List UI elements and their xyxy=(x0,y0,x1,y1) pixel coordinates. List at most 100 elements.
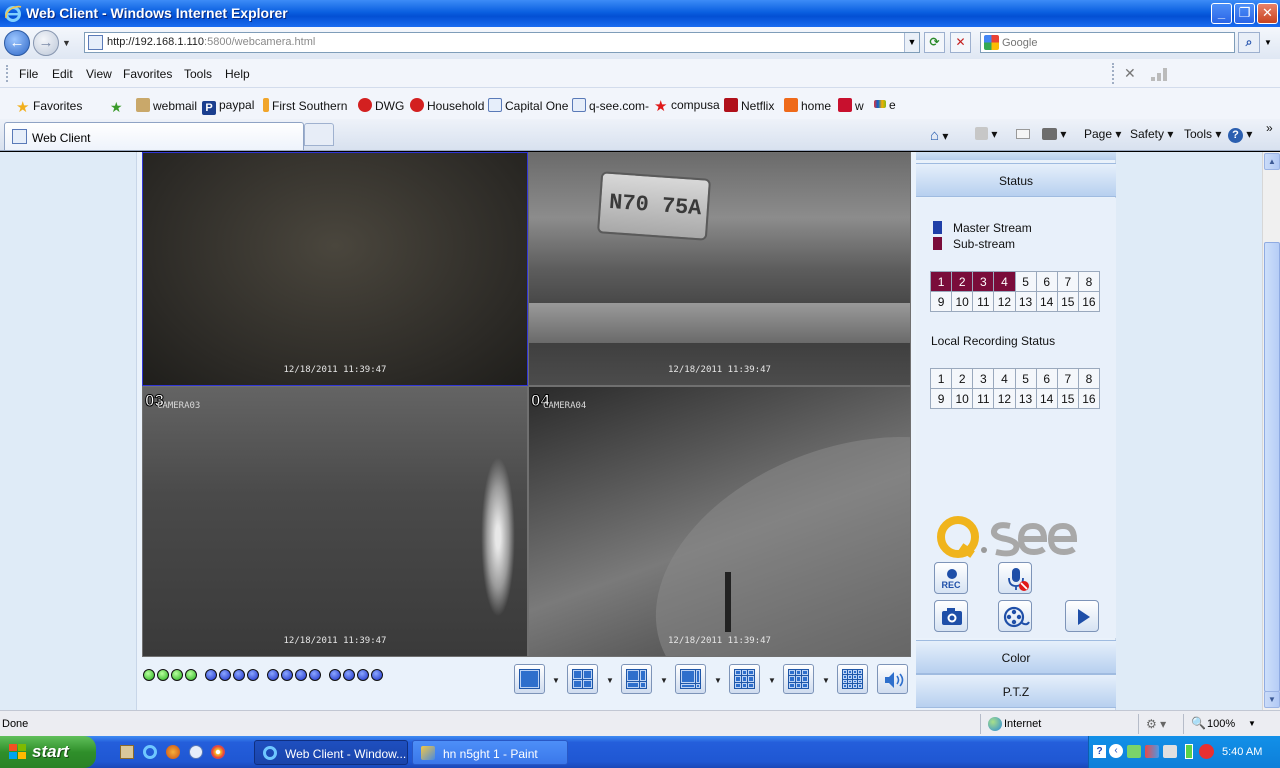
read-mail-button[interactable] xyxy=(1016,127,1030,141)
zoom-icon[interactable]: 🔍 xyxy=(1191,716,1206,730)
help-tray-icon[interactable]: ? xyxy=(1093,745,1106,758)
channel-indicator-16[interactable] xyxy=(371,669,383,681)
camera-view-2[interactable]: N70 75A 12/18/2011 11:39:47 xyxy=(528,152,911,386)
zoom-dropdown-icon[interactable]: ▼ xyxy=(1248,719,1256,728)
channel-indicator-14[interactable] xyxy=(343,669,355,681)
zoom-level[interactable]: 100% xyxy=(1207,718,1235,730)
layout-6-button[interactable] xyxy=(621,664,652,694)
menu-favorites[interactable]: Favorites xyxy=(123,67,172,81)
add-favorite-icon[interactable]: ★ xyxy=(110,99,123,116)
protected-mode-icon[interactable]: ⚙ ▾ xyxy=(1146,717,1166,731)
layout-dropdown-icon[interactable]: ▼ xyxy=(660,676,668,685)
taskbar-item-paint[interactable]: hn n5ght 1 - Paint xyxy=(412,740,568,765)
close-toolbar-icon[interactable]: ✕ xyxy=(1124,65,1136,82)
layout-1x1-button[interactable] xyxy=(514,664,545,694)
layout-dropdown-icon[interactable]: ▼ xyxy=(714,676,722,685)
tools-menu[interactable]: Tools ▾ xyxy=(1184,127,1221,141)
ptz-header[interactable]: P.T.Z xyxy=(916,674,1116,708)
url-dropdown-icon[interactable]: ▼ xyxy=(904,33,919,52)
layout-dropdown-icon[interactable]: ▼ xyxy=(552,676,560,685)
channel-indicator-1[interactable] xyxy=(143,669,155,681)
menu-tools[interactable]: Tools xyxy=(184,67,212,81)
fav-household[interactable]: Household xyxy=(410,98,484,113)
channel-indicator-3[interactable] xyxy=(171,669,183,681)
vertical-scrollbar[interactable]: ▲ ▼ xyxy=(1262,152,1280,710)
channel-indicator-4[interactable] xyxy=(185,669,197,681)
security-tray-icon[interactable] xyxy=(1199,744,1214,759)
search-input[interactable] xyxy=(1002,35,1227,50)
channel-indicator-6[interactable] xyxy=(219,669,231,681)
safety-menu[interactable]: Safety ▾ xyxy=(1130,127,1173,141)
menu-edit[interactable]: Edit xyxy=(52,67,73,81)
refresh-button[interactable]: ⟳ xyxy=(924,32,945,53)
stop-button[interactable]: ✕ xyxy=(950,32,971,53)
channel-indicator-11[interactable] xyxy=(295,669,307,681)
layout-16-button[interactable] xyxy=(837,664,868,694)
quicklaunch-firefox-icon[interactable] xyxy=(166,745,180,759)
layout-dropdown-icon[interactable]: ▼ xyxy=(822,676,830,685)
talk-button[interactable] xyxy=(998,562,1032,594)
fav-home[interactable]: home xyxy=(784,98,831,113)
fav-paypal[interactable]: Ppaypal xyxy=(202,98,254,115)
search-icon[interactable]: ⌕ xyxy=(1238,32,1260,53)
channel-indicator-13[interactable] xyxy=(329,669,341,681)
menu-view[interactable]: View xyxy=(86,67,112,81)
color-header[interactable]: Color xyxy=(916,640,1116,674)
url-text[interactable]: http://192.168.1.110:5800/webcamera.html xyxy=(107,36,315,48)
playback-button[interactable] xyxy=(1065,600,1099,632)
layout-8-button[interactable] xyxy=(675,664,706,694)
channel-indicator-2[interactable] xyxy=(157,669,169,681)
help-button[interactable]: ? ▾ xyxy=(1228,127,1252,143)
channel-indicator-15[interactable] xyxy=(357,669,369,681)
scroll-down-icon[interactable]: ▼ xyxy=(1264,691,1280,708)
menu-file[interactable]: File xyxy=(19,67,38,81)
tray-app-icon[interactable] xyxy=(1145,745,1159,758)
fav-netflix[interactable]: Netflix xyxy=(724,98,774,113)
minimize-button[interactable]: _ xyxy=(1211,3,1232,24)
page-menu[interactable]: Page ▾ xyxy=(1084,127,1121,141)
channel-indicator-10[interactable] xyxy=(281,669,293,681)
status-header[interactable]: Status xyxy=(916,163,1116,197)
fav-capital-one[interactable]: Capital One xyxy=(488,98,568,113)
local-record-button[interactable] xyxy=(998,600,1032,632)
quicklaunch-chrome-icon[interactable] xyxy=(211,745,225,759)
url-field[interactable]: http://192.168.1.110:5800/webcamera.html… xyxy=(84,32,920,53)
feeds-button[interactable]: ▾ xyxy=(975,127,997,141)
battery-tray-icon[interactable] xyxy=(1185,744,1193,759)
recent-pages-dropdown-icon[interactable]: ▼ xyxy=(62,38,71,48)
channel-indicator-9[interactable] xyxy=(267,669,279,681)
search-box[interactable] xyxy=(980,32,1235,53)
new-tab-button[interactable] xyxy=(304,123,334,146)
fav-dwg[interactable]: DWG xyxy=(358,98,404,113)
taskbar-clock[interactable]: 5:40 AM xyxy=(1222,746,1262,758)
scrollbar-thumb[interactable] xyxy=(1264,242,1280,692)
back-button[interactable]: ← xyxy=(4,30,30,56)
audio-button[interactable] xyxy=(877,664,908,694)
home-button[interactable]: ⌂ ▾ xyxy=(930,127,948,144)
maximize-button[interactable]: ❐ xyxy=(1234,3,1255,24)
layout-9-button[interactable] xyxy=(729,664,760,694)
close-button[interactable]: ✕ xyxy=(1257,3,1278,24)
start-button[interactable]: start xyxy=(0,736,96,768)
quicklaunch-ie-icon[interactable] xyxy=(143,745,157,759)
scroll-up-icon[interactable]: ▲ xyxy=(1264,153,1280,170)
layout-dropdown-icon[interactable]: ▼ xyxy=(606,676,614,685)
channel-indicator-5[interactable] xyxy=(205,669,217,681)
quicklaunch-page-icon[interactable] xyxy=(189,745,203,759)
show-hidden-icons-icon[interactable]: ‹ xyxy=(1109,744,1123,758)
camera-view-4[interactable]: 04 CAMERA04 12/18/2011 11:39:47 xyxy=(528,386,911,657)
fav-compusa[interactable]: ★ compusa xyxy=(654,98,720,114)
more-commands-icon[interactable]: » xyxy=(1266,121,1273,135)
camera-view-1[interactable]: 12/18/2011 11:39:47 xyxy=(142,152,528,386)
layout-13-button[interactable] xyxy=(783,664,814,694)
forward-button[interactable]: → xyxy=(33,30,59,56)
layout-2x2-button[interactable] xyxy=(567,664,598,694)
tab-web-client[interactable]: Web Client xyxy=(4,122,304,150)
snapshot-button[interactable] xyxy=(934,600,968,632)
fav-first-southern[interactable]: First Southern xyxy=(263,98,347,113)
channel-indicator-12[interactable] xyxy=(309,669,321,681)
record-button[interactable]: REC xyxy=(934,562,968,594)
fav-qsee[interactable]: q-see.com- xyxy=(572,98,649,113)
favorites-button[interactable]: ★ Favorites xyxy=(16,98,82,116)
camera-view-3[interactable]: 03 CAMERA03 12/18/2011 11:39:47 xyxy=(142,386,528,657)
